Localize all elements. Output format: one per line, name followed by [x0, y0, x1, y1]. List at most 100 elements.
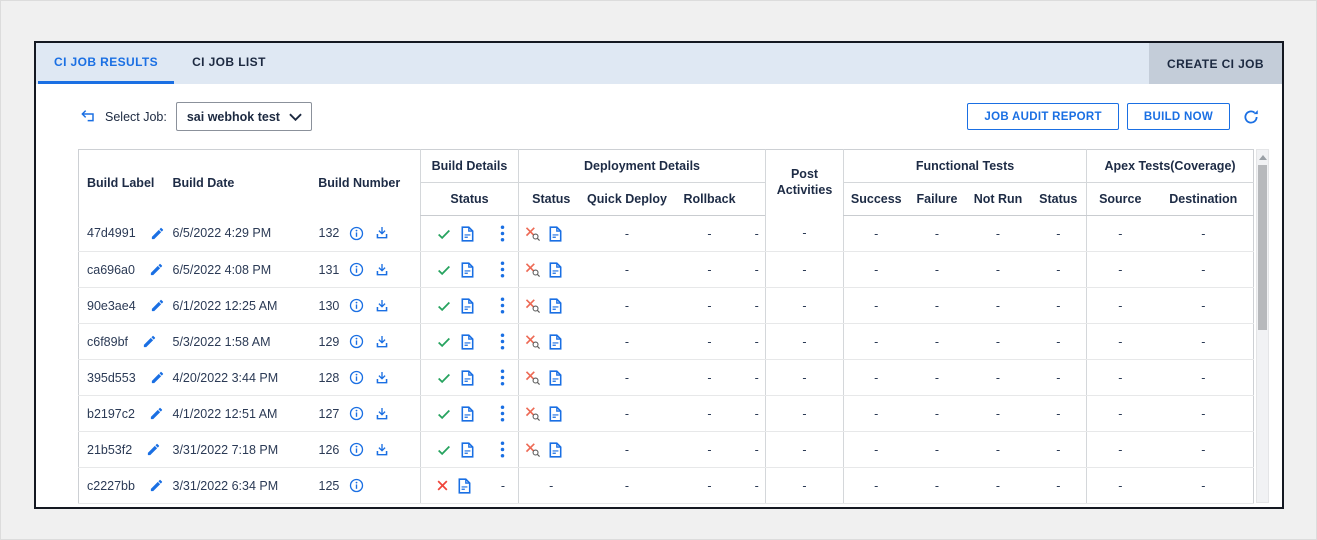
rollback-cell: - [670, 215, 749, 252]
apex-destination-cell: - [1153, 287, 1254, 324]
job-select[interactable]: sai webhok test [175, 102, 312, 131]
tests-status-cell: - [1030, 467, 1087, 504]
scrollbar-thumb[interactable] [1258, 165, 1268, 330]
build-info-icon[interactable] [349, 334, 364, 349]
build-status-cell [420, 323, 519, 360]
build-info-icon[interactable] [349, 262, 364, 277]
build-info-icon[interactable] [349, 370, 364, 385]
deploy-validate-failed-icon [524, 441, 541, 458]
edit-label-icon[interactable] [150, 370, 165, 385]
build-success-icon [436, 370, 452, 386]
results-table-body: 47d4991 6/5/2022 4:29 PM 132- - - - - - - - - - ca69… [78, 215, 1254, 504]
build-number: 125 [318, 478, 340, 493]
download-build-icon[interactable] [374, 298, 390, 314]
rollback-cell: - [670, 323, 749, 360]
tests-failure-cell: - [908, 323, 966, 360]
build-log-icon[interactable] [461, 333, 474, 350]
build-actions-menu-icon[interactable] [500, 369, 505, 386]
deploy-log-icon[interactable] [549, 297, 562, 314]
download-build-icon[interactable] [374, 442, 390, 458]
build-actions-menu-icon[interactable] [500, 405, 505, 422]
edit-label-icon[interactable] [142, 334, 157, 349]
edit-label-icon[interactable] [150, 226, 165, 241]
edit-label-icon[interactable] [149, 406, 164, 421]
download-build-icon[interactable] [374, 406, 390, 422]
deploy-log-icon[interactable] [549, 225, 562, 242]
ci-jobs-panel: CI JOB RESULTS CI JOB LIST CREATE CI JOB… [34, 41, 1284, 509]
build-log-icon[interactable] [458, 477, 471, 494]
build-failed-icon [436, 479, 449, 492]
tests-not-run-cell: - [965, 251, 1031, 288]
deploy-log-icon[interactable] [549, 441, 562, 458]
build-log-icon[interactable] [461, 261, 474, 278]
deploy-log-icon[interactable] [549, 369, 562, 386]
post-activities-cell: - [765, 467, 844, 504]
build-info-icon[interactable] [349, 298, 364, 313]
deploy-log-icon[interactable] [549, 261, 562, 278]
build-number: 129 [318, 334, 340, 349]
build-label-cell: ca696a0 [78, 251, 167, 288]
build-actions-menu-icon[interactable] [500, 297, 505, 314]
build-actions-menu-icon[interactable] [500, 333, 505, 350]
create-ci-job-button[interactable]: CREATE CI JOB [1149, 43, 1282, 84]
build-log-icon[interactable] [461, 297, 474, 314]
build-info-icon[interactable] [349, 478, 364, 493]
col-failure: Failure [908, 182, 966, 216]
vertical-scrollbar[interactable] [1256, 149, 1270, 503]
build-actions-menu-icon[interactable] [500, 261, 505, 278]
build-log-icon[interactable] [461, 369, 474, 386]
deploy-status-cell [518, 215, 584, 252]
tests-status-cell: - [1030, 359, 1087, 396]
tab-ci-job-results[interactable]: CI JOB RESULTS [38, 43, 175, 84]
apex-destination-cell: - [1153, 323, 1254, 360]
build-label: c6f89bf [87, 334, 129, 349]
build-actions-empty: - [500, 478, 505, 493]
build-now-button[interactable]: BUILD NOW [1126, 103, 1230, 130]
download-build-icon[interactable] [374, 334, 390, 350]
deploy-log-icon[interactable] [549, 333, 562, 350]
return-icon[interactable] [80, 109, 96, 125]
build-number-cell: 130 [298, 287, 421, 324]
download-build-icon[interactable] [374, 225, 390, 241]
deploy-action-cell: - [748, 395, 766, 432]
edit-label-icon[interactable] [149, 262, 164, 277]
apex-source-cell: - [1086, 467, 1154, 504]
deploy-log-icon[interactable] [549, 405, 562, 422]
job-audit-report-button[interactable]: JOB AUDIT REPORT [967, 103, 1119, 130]
tests-success-cell: - [843, 287, 909, 324]
build-number: 130 [318, 298, 340, 313]
job-select-value: sai webhok test [186, 109, 280, 124]
build-label: ca696a0 [87, 262, 135, 277]
build-log-icon[interactable] [461, 441, 474, 458]
quick-deploy-cell: - [583, 431, 671, 468]
tab-ci-job-list[interactable]: CI JOB LIST [176, 43, 282, 84]
build-info-icon[interactable] [349, 226, 364, 241]
download-build-icon[interactable] [374, 370, 390, 386]
deploy-validate-failed-icon [524, 261, 541, 278]
build-date-cell: 6/1/2022 12:25 AM [166, 287, 299, 324]
tests-success-cell: - [843, 395, 909, 432]
tests-not-run-cell: - [965, 359, 1031, 396]
build-log-icon[interactable] [461, 225, 474, 242]
build-log-icon[interactable] [461, 405, 474, 422]
build-status-cell [420, 287, 519, 324]
build-label: b2197c2 [87, 406, 135, 421]
quick-deploy-cell: - [583, 215, 671, 252]
build-info-icon[interactable] [349, 406, 364, 421]
refresh-icon[interactable] [1242, 108, 1260, 126]
edit-label-icon[interactable] [149, 478, 164, 493]
build-number-cell: 127 [298, 395, 421, 432]
deploy-action-cell: - [748, 287, 766, 324]
apex-destination-cell: - [1153, 251, 1254, 288]
apex-source-cell: - [1086, 251, 1154, 288]
build-info-icon[interactable] [349, 442, 364, 457]
edit-label-icon[interactable] [146, 442, 161, 457]
build-actions-menu-icon[interactable] [500, 225, 505, 242]
build-actions-menu-icon[interactable] [500, 441, 505, 458]
build-label-cell: c2227bb [78, 467, 167, 504]
quick-deploy-cell: - [583, 395, 671, 432]
edit-label-icon[interactable] [150, 298, 165, 313]
download-build-icon[interactable] [374, 262, 390, 278]
post-activities-cell: - [765, 359, 844, 396]
scroll-up-icon[interactable] [1259, 155, 1268, 160]
